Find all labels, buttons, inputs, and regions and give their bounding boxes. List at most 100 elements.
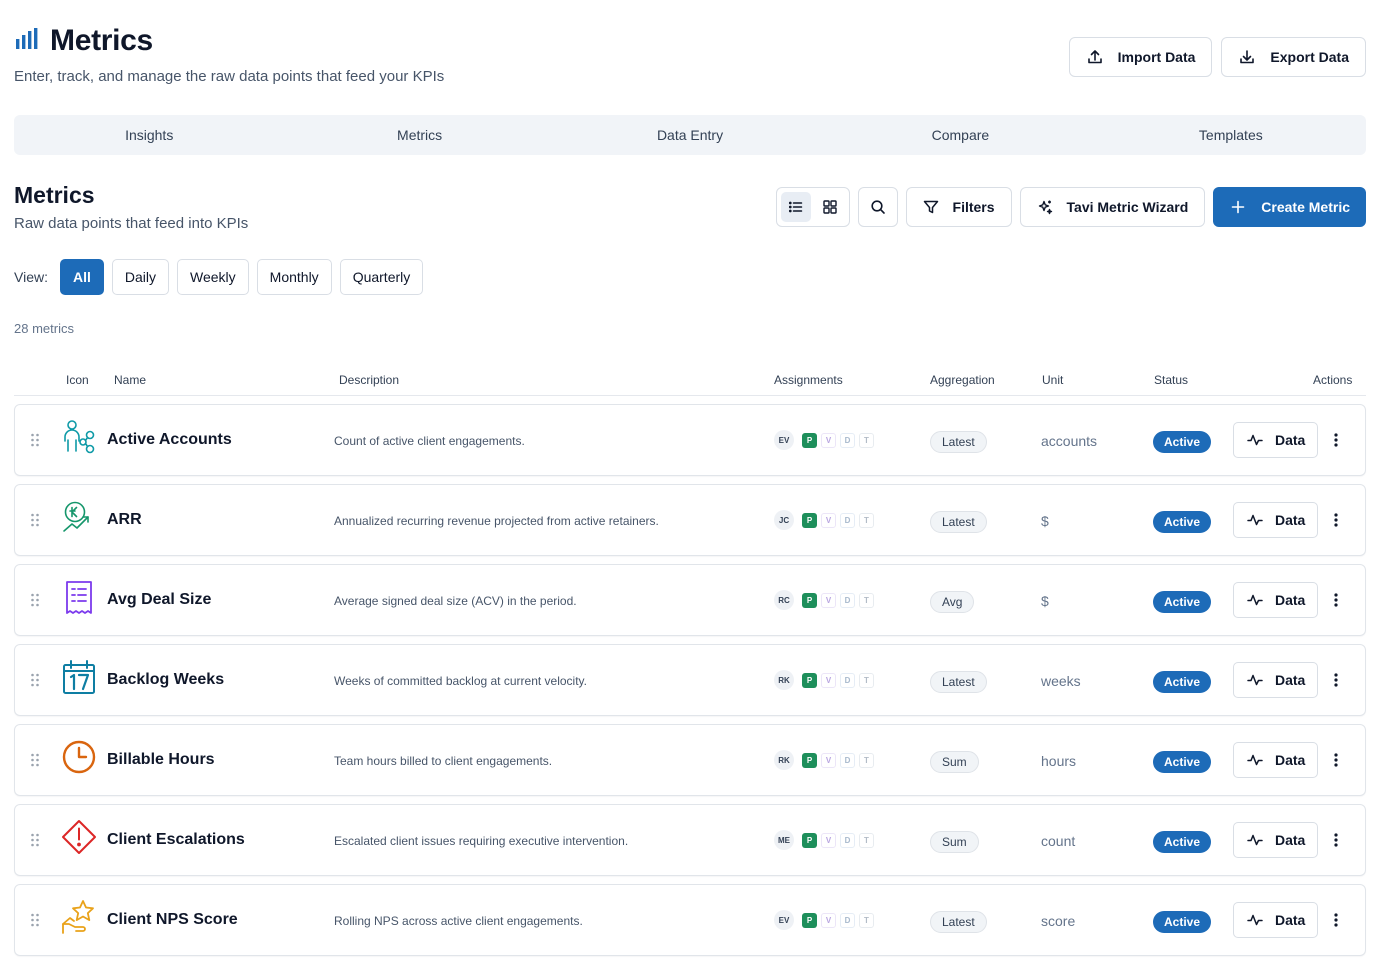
assignments: EV P V D T [774,910,874,930]
data-button[interactable]: Data [1233,902,1318,938]
assignment-flag-t[interactable]: T [859,912,874,928]
assignment-flag-v[interactable]: V [821,672,836,688]
table-row[interactable]: Client Escalations Escalated client issu… [14,804,1366,876]
assignment-flag-t[interactable]: T [859,432,874,448]
tab-data-entry[interactable]: Data Entry [555,115,825,155]
more-options-icon[interactable] [1332,431,1340,454]
assignment-flag-v[interactable]: V [821,512,836,528]
assignment-flag-t[interactable]: T [859,752,874,768]
data-button[interactable]: Data [1233,582,1318,618]
metric-name[interactable]: ARR [107,511,142,529]
assignment-flag-v[interactable]: V [821,912,836,928]
drag-handle-icon[interactable] [30,912,40,933]
assignment-flag-t[interactable]: T [859,592,874,608]
assignment-flag-p[interactable]: P [802,912,817,928]
owner-avatar[interactable]: RK [774,750,794,770]
assignment-flag-d[interactable]: D [840,672,855,688]
search-button[interactable] [857,187,898,227]
more-options-icon[interactable] [1332,831,1340,854]
tab-compare[interactable]: Compare [825,115,1095,155]
column-header-description: Description [339,373,400,387]
assignment-flag-p[interactable]: P [802,832,817,848]
more-options-icon[interactable] [1332,911,1340,934]
assignment-flag-p[interactable]: P [802,432,817,448]
receipt-icon [61,579,97,615]
metric-name[interactable]: Client Escalations [107,831,245,849]
data-button[interactable]: Data [1233,502,1318,538]
drag-handle-icon[interactable] [30,512,40,533]
list-icon [788,201,802,213]
table-row[interactable]: Billable Hours Team hours billed to clie… [14,724,1366,796]
view-chip-weekly[interactable]: Weekly [177,259,249,295]
assignment-flag-d[interactable]: D [840,832,855,848]
column-header-name[interactable]: Name [114,373,146,387]
export-data-button[interactable]: Export Data [1221,37,1366,77]
assignment-flag-t[interactable]: T [859,672,874,688]
table-row[interactable]: Backlog Weeks Weeks of committed backlog… [14,644,1366,716]
assignment-flag-p[interactable]: P [802,752,817,768]
drag-handle-icon[interactable] [30,592,40,613]
table-row[interactable]: ARR Annualized recurring revenue project… [14,484,1366,556]
assignment-flag-t[interactable]: T [859,832,874,848]
main-tabs: Insights Metrics Data Entry Compare Temp… [14,115,1366,155]
create-metric-button[interactable]: Create Metric [1213,187,1366,227]
owner-avatar[interactable]: RK [774,670,794,690]
drag-handle-icon[interactable] [30,752,40,773]
metric-name[interactable]: Client NPS Score [107,911,238,929]
list-view-button[interactable] [780,192,811,222]
table-row[interactable]: Active Accounts Count of active client e… [14,404,1366,476]
status-badge: Active [1153,751,1212,773]
assignment-flag-v[interactable]: V [821,752,836,768]
assignment-flag-v[interactable]: V [821,592,836,608]
assignment-flag-p[interactable]: P [802,672,817,688]
table-row[interactable]: Avg Deal Size Average signed deal size (… [14,564,1366,636]
table-row[interactable]: Client NPS Score Rolling NPS across acti… [14,884,1366,956]
more-options-icon[interactable] [1332,751,1340,774]
assignment-flag-v[interactable]: V [821,432,836,448]
assignment-flag-d[interactable]: D [840,592,855,608]
data-button-label: Data [1275,912,1306,928]
owner-avatar[interactable]: EV [774,430,794,450]
metric-unit: accounts [1041,433,1098,449]
view-chip-all[interactable]: All [59,259,104,295]
assignment-flag-t[interactable]: T [859,512,874,528]
data-button[interactable]: Data [1233,662,1318,698]
data-button[interactable]: Data [1233,422,1318,458]
metric-name[interactable]: Backlog Weeks [107,671,224,689]
grid-view-button[interactable] [815,192,845,222]
owner-avatar[interactable]: EV [774,910,794,930]
metric-name[interactable]: Billable Hours [107,751,215,769]
drag-handle-icon[interactable] [30,832,40,853]
more-options-icon[interactable] [1332,671,1340,694]
metric-unit: weeks [1041,673,1081,689]
view-chip-quarterly[interactable]: Quarterly [339,259,424,295]
filters-button[interactable]: Filters [905,187,1012,227]
metric-name[interactable]: Avg Deal Size [107,591,211,609]
assignment-flag-d[interactable]: D [840,432,855,448]
assignment-flag-p[interactable]: P [802,592,817,608]
assignment-flag-p[interactable]: P [802,512,817,528]
tab-templates[interactable]: Templates [1096,115,1366,155]
owner-avatar[interactable]: RC [774,590,794,610]
import-data-button[interactable]: Import Data [1068,37,1213,77]
assignment-flag-d[interactable]: D [840,512,855,528]
owner-avatar[interactable]: JC [774,510,794,530]
tavi-metric-wizard-button[interactable]: Tavi Metric Wizard [1019,187,1206,227]
more-options-icon[interactable] [1332,511,1340,534]
drag-handle-icon[interactable] [30,432,40,453]
data-button[interactable]: Data [1233,822,1318,858]
assignments: RK P V D T [774,750,874,770]
assignment-flag-d[interactable]: D [840,912,855,928]
tab-metrics[interactable]: Metrics [284,115,554,155]
view-chip-daily[interactable]: Daily [111,259,169,295]
owner-avatar[interactable]: ME [774,830,794,850]
more-options-icon[interactable] [1332,591,1340,614]
metric-name[interactable]: Active Accounts [107,431,232,449]
view-chip-monthly[interactable]: Monthly [256,259,332,295]
assignment-flag-d[interactable]: D [840,752,855,768]
view-filter-label: View: [14,269,48,285]
data-button[interactable]: Data [1233,742,1318,778]
assignment-flag-v[interactable]: V [821,832,836,848]
drag-handle-icon[interactable] [30,672,40,693]
tab-insights[interactable]: Insights [14,115,284,155]
